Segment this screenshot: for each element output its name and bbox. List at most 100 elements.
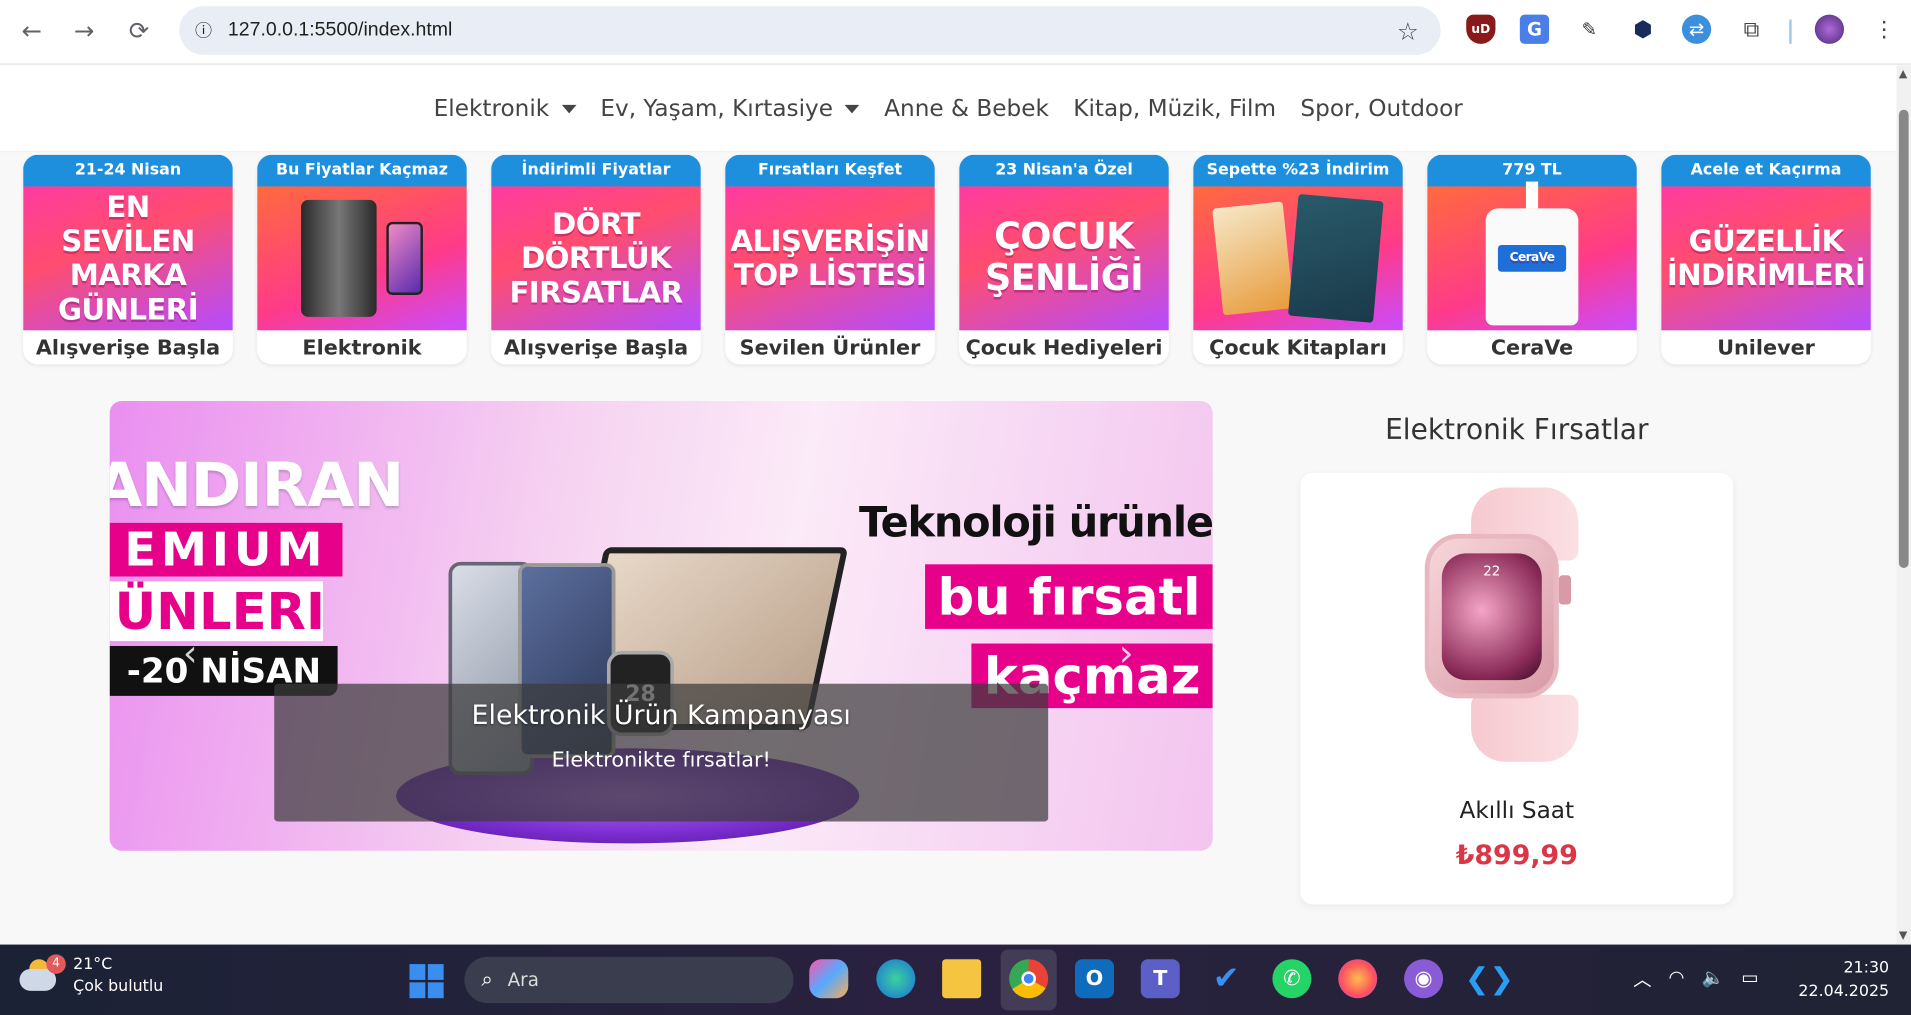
nav-item-kitap[interactable]: Kitap, Müzik, Film — [1061, 95, 1288, 122]
edge-icon[interactable] — [876, 959, 916, 999]
reload-icon: ⟳ — [128, 15, 150, 46]
ublock-extension-icon[interactable]: uD — [1466, 14, 1496, 44]
weather-widget[interactable]: 4 21°C Çok bulutlu — [17, 954, 163, 998]
todo-icon[interactable]: ✔ — [1207, 959, 1246, 998]
reload-button[interactable]: ⟳ — [112, 4, 166, 58]
copilot-icon[interactable] — [809, 959, 849, 999]
bookmark-star-icon[interactable]: ☆ — [1397, 17, 1419, 46]
category-tiles: 21-24 Nisan EN SEVİLEN MARKA GÜNLERİ Alı… — [23, 154, 1871, 365]
category-tile[interactable]: 23 Nisan'a Özel ÇOCUK ŞENLİĞİ Çocuk Hedi… — [959, 154, 1169, 365]
product-price: ₺899,99 — [1455, 840, 1578, 872]
caption-text: Elektronikte fırsatlar! — [551, 748, 771, 773]
tile-tag: Fırsatları Keşfet — [725, 154, 935, 187]
nav-item-elektronik[interactable]: Elektronik — [421, 95, 588, 122]
chevron-up-icon[interactable]: ︿ — [1633, 967, 1651, 993]
file-explorer-icon[interactable] — [942, 959, 982, 999]
tile-image: GÜZELLİK İNDİRİMLERİ — [1661, 186, 1871, 331]
browser-toolbar: ← → ⟳ ⓘ 127.0.0.1:5500/index.html ☆ uD G… — [0, 0, 1911, 65]
address-bar[interactable]: ⓘ 127.0.0.1:5500/index.html ☆ — [179, 6, 1441, 55]
tile-image: DÖRT DÖRTLÜK FIRSATLAR — [491, 186, 701, 331]
category-tile[interactable]: 779 TL CeraVe CeraVe — [1427, 154, 1637, 365]
taskbar-search-input[interactable]: ⌕ Ara — [464, 956, 794, 1004]
clock[interactable]: 21:30 22.04.2025 — [1798, 957, 1889, 1003]
google-translate-extension-icon[interactable]: G — [1519, 14, 1550, 44]
banner-line: ANDIRAN — [109, 449, 405, 521]
vscode-icon[interactable]: ❮❯ — [1465, 959, 1514, 998]
tile-label: Elektronik — [302, 336, 422, 361]
chrome-icon[interactable] — [1009, 959, 1049, 999]
books-image — [1193, 186, 1403, 331]
category-tile[interactable]: Sepette %23 İndirim Çocuk Kitapları — [1193, 154, 1403, 365]
scrollbar-thumb[interactable] — [1898, 109, 1909, 568]
tile-image: ÇOCUK ŞENLİĞİ — [959, 186, 1169, 331]
category-tile[interactable]: Fırsatları Keşfet ALIŞVERİŞİN TOP LİSTES… — [725, 154, 935, 365]
forward-button[interactable]: → — [57, 4, 111, 58]
coffee-machine-image — [257, 186, 467, 331]
site-info-icon[interactable]: ⓘ — [179, 18, 228, 42]
product-card[interactable]: 22 Akıllı Saat ₺899,99 — [1300, 472, 1734, 905]
forward-arrow-icon: → — [73, 15, 95, 46]
search-icon: ⌕ — [481, 967, 494, 993]
carousel-prev-icon[interactable]: ‹ — [183, 633, 198, 676]
site-navbar: Elektronik Ev, Yaşam, Kırtasiye Anne & B… — [0, 65, 1897, 153]
campaign-carousel[interactable]: ANDIRAN EMIUM ÜNLERI -20 NİSAN Teknoloji… — [109, 400, 1213, 851]
teams-icon[interactable]: T — [1140, 959, 1180, 999]
weather-badge: 4 — [46, 954, 66, 974]
clock-time: 21:30 — [1843, 959, 1890, 978]
page-scrollbar[interactable]: ▲ ▼ — [1896, 65, 1911, 945]
sync-extension-icon[interactable]: ⇄ — [1681, 14, 1712, 44]
tile-tag: Sepette %23 İndirim — [1193, 154, 1403, 187]
tile-tag: İndirimli Fiyatlar — [491, 154, 701, 187]
tile-label: Alışverişe Başla — [35, 336, 221, 361]
nav-item-ev-yasam[interactable]: Ev, Yaşam, Kırtasiye — [588, 95, 872, 122]
product-name: Akıllı Saat — [1459, 797, 1575, 824]
banner-line: Teknoloji ürünle — [859, 498, 1213, 548]
smartwatch-image: 22 — [1398, 487, 1642, 768]
cerave-product-image: CeraVe — [1427, 181, 1637, 331]
nav-item-anne-bebek[interactable]: Anne & Bebek — [872, 95, 1061, 122]
watch-screen: 22 — [1441, 553, 1542, 681]
back-arrow-icon: ← — [21, 15, 42, 46]
category-tile[interactable]: Bu Fiyatlar Kaçmaz Elektronik — [257, 154, 467, 365]
carousel-caption: Elektronik Ürün Kampanyası Elektronikte … — [274, 683, 1049, 822]
system-tray: ︿ ◠ 🔈 ▭ — [1633, 967, 1759, 993]
scroll-down-icon[interactable]: ▼ — [1899, 930, 1907, 942]
tile-tag: 21-24 Nisan — [23, 154, 233, 187]
banner-right-text: Teknoloji ürünle bu fırsatl kaçmaz — [859, 498, 1213, 709]
url-text[interactable]: 127.0.0.1:5500/index.html — [228, 20, 452, 42]
category-tile[interactable]: İndirimli Fiyatlar DÖRT DÖRTLÜK FIRSATLA… — [491, 154, 701, 365]
whatsapp-icon[interactable]: ✆ — [1272, 959, 1312, 999]
eyedropper-extension-icon[interactable]: ✎ — [1575, 15, 1604, 44]
partly-cloudy-icon: 4 — [17, 954, 66, 998]
tile-label: Sevilen Ürünler — [739, 336, 921, 361]
tile-image: ALIŞVERİŞİN TOP LİSTESİ — [725, 186, 935, 331]
hex-extension-icon[interactable]: ⬢ — [1628, 15, 1657, 44]
outlook-icon[interactable]: O — [1074, 959, 1114, 999]
tile-label: CeraVe — [1490, 336, 1574, 361]
banner-line: ÜNLERI — [109, 581, 325, 642]
tile-tag: Acele et Kaçırma — [1661, 154, 1871, 187]
volume-icon[interactable]: 🔈 — [1702, 967, 1725, 993]
category-tile[interactable]: 21-24 Nisan EN SEVİLEN MARKA GÜNLERİ Alı… — [23, 154, 233, 365]
caption-title: Elektronik Ürün Kampanyası — [471, 700, 851, 732]
weather-temp: 21°C — [73, 955, 113, 974]
github-desktop-icon[interactable]: ◉ — [1404, 959, 1444, 999]
browser-menu-icon[interactable]: ⋮ — [1870, 15, 1899, 44]
windows-start-icon[interactable] — [409, 964, 444, 999]
wifi-icon[interactable]: ◠ — [1669, 967, 1685, 993]
carousel-next-icon[interactable]: › — [1119, 633, 1134, 676]
battery-icon[interactable]: ▭ — [1741, 967, 1758, 993]
category-tile[interactable]: Acele et Kaçırma GÜZELLİK İNDİRİMLERİ Un… — [1661, 154, 1871, 365]
firefox-icon[interactable] — [1338, 959, 1378, 999]
clock-date: 22.04.2025 — [1798, 982, 1890, 1001]
chevron-down-icon — [561, 104, 576, 113]
back-button[interactable]: ← — [5, 4, 59, 58]
tile-label: Çocuk Kitapları — [1209, 336, 1387, 361]
extensions-puzzle-icon[interactable]: ⧉ — [1737, 15, 1766, 44]
chevron-down-icon — [845, 104, 860, 113]
tile-label: Alışverişe Başla — [503, 336, 689, 361]
nav-item-spor[interactable]: Spor, Outdoor — [1288, 95, 1475, 122]
scroll-up-icon[interactable]: ▲ — [1899, 68, 1907, 80]
profile-avatar[interactable] — [1814, 14, 1845, 44]
deals-heading: Elektronik Fırsatlar — [1385, 414, 1649, 447]
